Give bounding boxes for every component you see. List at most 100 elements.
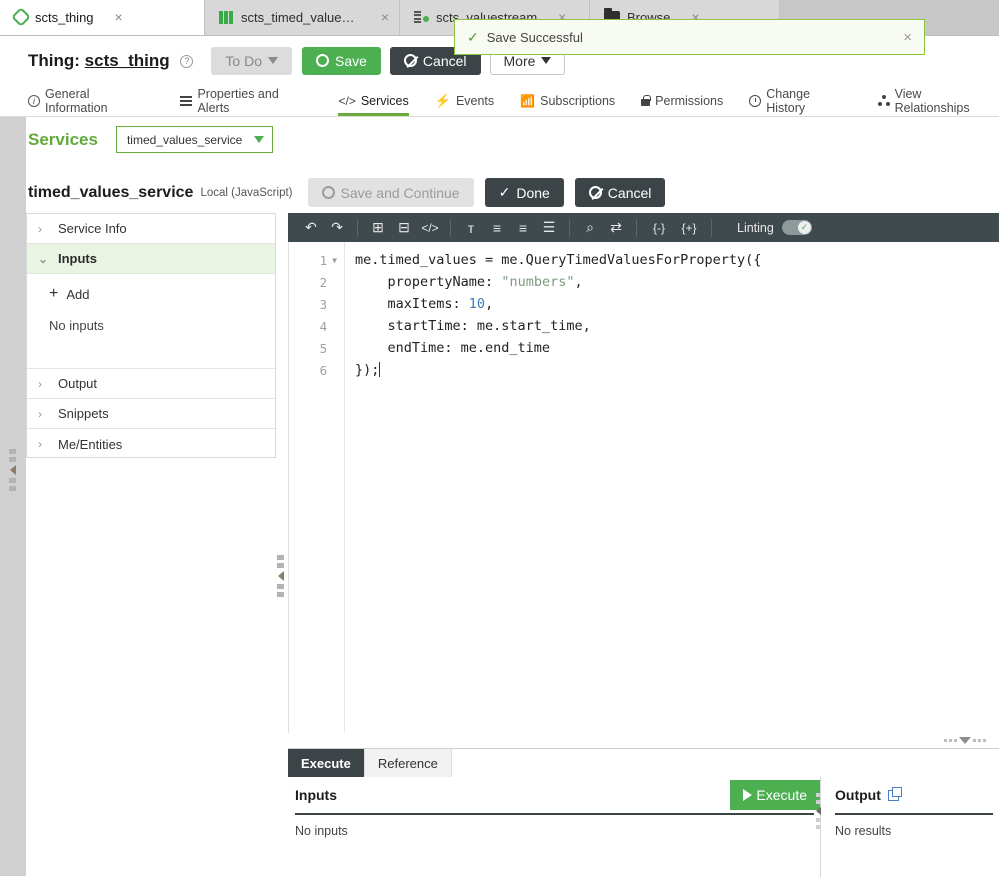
tab-execute[interactable]: Execute: [288, 749, 365, 777]
text-cursor: [379, 362, 381, 377]
tab-permissions[interactable]: Permissions: [641, 85, 723, 116]
expand-braces-icon[interactable]: {+}: [674, 213, 704, 242]
services-heading: Services: [28, 129, 98, 149]
undo-icon[interactable]: ↶: [298, 213, 324, 242]
line-number: 5▼: [289, 337, 344, 359]
service-select-value: timed_values_service: [126, 132, 243, 147]
todo-dropdown-button[interactable]: To Do: [211, 46, 292, 75]
tab-label: Permissions: [655, 93, 724, 108]
browser-tab-scts-timed-values-datashape[interactable]: scts_timed_values_datas… ×: [205, 0, 400, 35]
chevron-down-icon: [541, 57, 552, 64]
popout-icon[interactable]: [887, 786, 902, 801]
execute-panel-body: Inputs Execute No inputs Output No resul…: [288, 777, 999, 877]
tab-view-relationships[interactable]: View Relationships: [877, 85, 999, 116]
format-icon[interactable]: ☰: [536, 213, 562, 242]
code-text-area[interactable]: me.timed_values = me.QueryTimedValuesFor…: [345, 242, 999, 733]
line-number-value: 5: [319, 340, 328, 356]
browser-tab-scts-thing[interactable]: scts_thing ×: [0, 0, 205, 35]
thing-icon: [11, 7, 31, 27]
left-panel-collapse-handle[interactable]: [9, 449, 16, 491]
code-line: maxItems: 10,: [355, 296, 494, 312]
code-line: startTime: me.start_time,: [355, 318, 591, 334]
output-empty-message: No results: [835, 824, 892, 838]
bolt-icon: ⚡: [434, 92, 451, 108]
sidebar-section-snippets[interactable]: › Snippets: [27, 399, 275, 429]
outdent-icon[interactable]: ≡: [484, 213, 510, 242]
code-editor[interactable]: 1▼ 2▼ 3▼ 4▼ 5▼ 6▼ me.timed_values = me.Q…: [288, 242, 999, 733]
save-button[interactable]: Save: [302, 46, 381, 75]
service-cancel-button[interactable]: Cancel: [574, 178, 666, 207]
output-pane-title: Output: [835, 787, 881, 803]
code-line: propertyName: "numbers",: [355, 274, 583, 290]
chevron-right-icon: ›: [38, 406, 42, 421]
code-tag-icon[interactable]: </>: [417, 213, 443, 242]
chevron-down-icon: [268, 57, 278, 64]
collapse-braces-icon[interactable]: {-}: [644, 213, 674, 242]
close-icon[interactable]: ×: [381, 10, 389, 24]
tab-label: General Information: [45, 86, 108, 115]
check-icon: ✓: [498, 184, 511, 200]
tab-reference[interactable]: Reference: [364, 749, 452, 777]
save-label: Save: [335, 52, 367, 69]
help-icon[interactable]: ?: [180, 54, 194, 68]
lock-icon: [641, 94, 651, 106]
check-icon: ✓: [797, 221, 811, 234]
output-pane-resize-handle[interactable]: [816, 793, 821, 829]
ban-icon: [588, 186, 602, 199]
line-number-value: 3: [319, 296, 328, 312]
add-comment-icon[interactable]: ⊞: [365, 213, 391, 242]
remove-comment-icon[interactable]: ⊟: [391, 213, 417, 242]
tab-events[interactable]: ⚡ Events: [435, 85, 494, 116]
tab-change-history[interactable]: Change History: [749, 85, 851, 116]
execute-label: Execute: [756, 787, 807, 803]
ban-icon: [403, 54, 417, 67]
tab-properties-and-alerts[interactable]: Properties and Alerts: [180, 85, 312, 116]
line-number-value: 4: [319, 318, 328, 334]
font-size-icon[interactable]: ᴛ: [458, 213, 484, 242]
linting-toggle-group[interactable]: Linting ✓: [737, 220, 812, 235]
inputs-empty-message: No inputs: [295, 824, 348, 838]
editor-left-resize-handle[interactable]: [277, 555, 284, 597]
chevron-down-icon: [254, 136, 265, 143]
search-icon[interactable]: ⌕: [577, 213, 603, 242]
sidebar-section-output[interactable]: › Output: [27, 369, 275, 399]
save-and-continue-label: Save and Continue: [340, 184, 460, 201]
service-header: timed_values_service Local (JavaScript) …: [28, 178, 666, 207]
sidebar-section-me-entities[interactable]: › Me/Entities: [27, 429, 275, 459]
chevron-down-icon: ⌄: [38, 251, 49, 266]
execute-button[interactable]: Execute: [730, 780, 820, 810]
inputs-section-body: + Add No inputs: [27, 274, 275, 369]
sidebar-section-inputs[interactable]: ⌄ Inputs: [27, 244, 275, 274]
tab-general-information[interactable]: i General Information: [28, 85, 154, 116]
service-meta: Local (JavaScript): [200, 186, 293, 199]
browser-tab-label: scts_timed_values_datas…: [241, 9, 360, 25]
done-button[interactable]: ✓ Done: [484, 178, 564, 207]
line-number-value: 6: [319, 362, 328, 378]
indent-icon[interactable]: ≡: [510, 213, 536, 242]
line-number-value: 1: [319, 252, 328, 268]
line-number: 1 ▼: [289, 249, 344, 271]
close-icon[interactable]: ×: [115, 10, 123, 24]
code-line: me.timed_values = me.QueryTimedValuesFor…: [355, 252, 762, 268]
sidebar-section-service-info[interactable]: › Service Info: [27, 214, 275, 244]
fold-arrow-icon[interactable]: ▼: [332, 256, 337, 265]
chevron-right-icon: ›: [38, 437, 42, 451]
editor-bottom-resize-handle[interactable]: [935, 735, 995, 745]
check-icon: ✓: [467, 28, 479, 45]
service-select-dropdown[interactable]: timed_values_service: [115, 126, 274, 153]
save-and-continue-button[interactable]: Save and Continue: [307, 178, 474, 207]
replace-icon[interactable]: ⇄: [603, 213, 629, 242]
valuestream-icon: [414, 10, 429, 24]
linting-toggle[interactable]: ✓: [781, 220, 812, 235]
tab-subscriptions[interactable]: 📶 Subscriptions: [520, 85, 615, 116]
sidebar-section-label: Inputs: [58, 251, 97, 266]
service-cancel-label: Cancel: [607, 184, 652, 201]
tab-services[interactable]: </> Services: [338, 85, 410, 116]
close-icon[interactable]: ×: [903, 29, 912, 46]
info-icon: i: [28, 94, 40, 107]
save-successful-toast: ✓ Save Successful ×: [454, 19, 925, 55]
redo-icon[interactable]: ↷: [324, 213, 350, 242]
plus-icon: +: [49, 285, 59, 302]
code-line-text: });: [355, 362, 380, 378]
add-input-button[interactable]: + Add: [49, 286, 275, 302]
